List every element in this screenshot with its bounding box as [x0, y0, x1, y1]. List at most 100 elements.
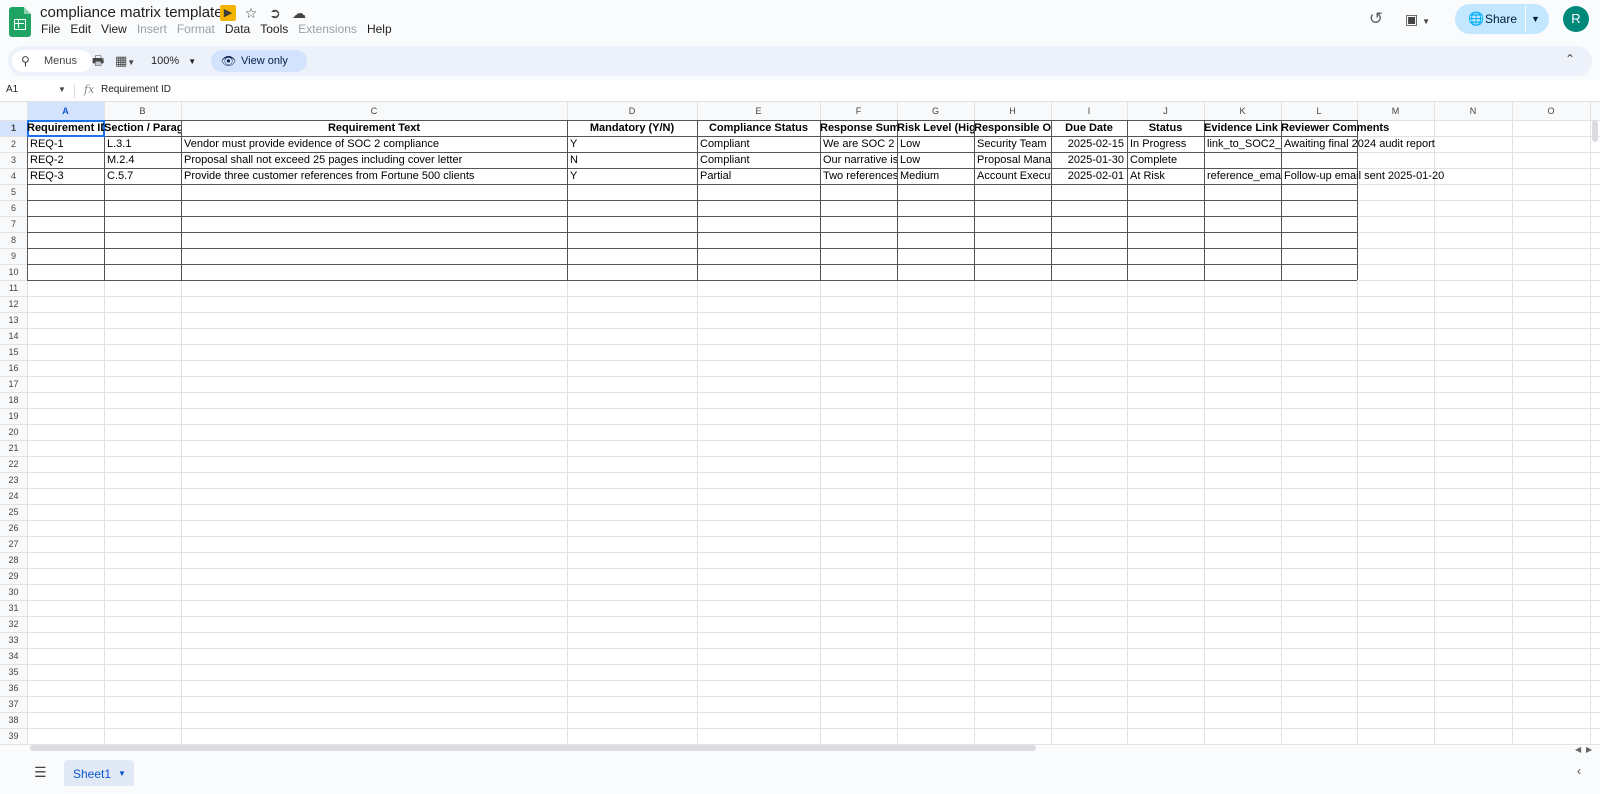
row-header[interactable]: 35 [0, 664, 27, 680]
column-header-m[interactable]: M [1357, 102, 1434, 120]
side-panel-toggle-icon[interactable]: ‹ [1577, 764, 1581, 778]
row-header[interactable]: 15 [0, 344, 27, 360]
header-cell[interactable]: Requirement Text [181, 120, 567, 136]
avatar[interactable]: R [1563, 6, 1589, 32]
column-header-a[interactable]: A [27, 102, 104, 120]
menu-edit[interactable]: Edit [70, 22, 91, 36]
column-header-o[interactable]: O [1512, 102, 1590, 120]
table-cell[interactable]: Awaiting final 2024 audit report [1281, 136, 1435, 152]
table-cell[interactable]: Low [897, 152, 974, 168]
row-header[interactable]: 12 [0, 296, 27, 312]
row-header[interactable]: 25 [0, 504, 27, 520]
menu-file[interactable]: File [41, 22, 60, 36]
table-cell[interactable]: link_to_SOC2_report [1204, 136, 1281, 152]
table-cell[interactable]: Proposal shall not exceed 25 pages inclu… [181, 152, 567, 168]
header-cell[interactable]: Due Date [1051, 120, 1127, 136]
table-cell[interactable] [1204, 152, 1281, 168]
row-header[interactable]: 8 [0, 232, 27, 248]
menus-search-button[interactable]: ⚲ Menus [12, 50, 92, 72]
slides-badge-icon[interactable]: ▶ [220, 5, 236, 21]
row-header[interactable]: 24 [0, 488, 27, 504]
column-header-l[interactable]: L [1281, 102, 1357, 120]
scroll-right-icon[interactable]: ▶ [1586, 745, 1592, 754]
row-header[interactable]: 5 [0, 184, 27, 200]
table-cell[interactable]: Complete [1127, 152, 1204, 168]
row-header[interactable]: 33 [0, 632, 27, 648]
column-header-d[interactable]: D [567, 102, 697, 120]
row-header[interactable]: 34 [0, 648, 27, 664]
table-cell[interactable]: Low [897, 136, 974, 152]
table-cell[interactable]: Compliant [697, 136, 820, 152]
header-cell[interactable]: Section / Paragraph [104, 120, 181, 136]
table-cell[interactable]: Follow-up email sent 2025-01-20 [1281, 168, 1444, 184]
table-cell[interactable] [1281, 152, 1357, 168]
header-cell[interactable]: Responsible Owner [974, 120, 1051, 136]
table-cell[interactable]: Y [567, 168, 697, 184]
table-cell[interactable]: Medium [897, 168, 974, 184]
table-cell[interactable]: In Progress [1127, 136, 1204, 152]
table-cell[interactable]: REQ-1 [27, 136, 104, 152]
header-cell[interactable]: Status [1127, 120, 1204, 136]
tab-sheet1[interactable]: Sheet1 ▼ [64, 760, 134, 786]
table-cell[interactable]: M.2.4 [104, 152, 181, 168]
zoom-select[interactable]: 100% ▼ [151, 52, 196, 71]
header-cell[interactable]: Compliance Status [697, 120, 820, 136]
table-cell[interactable]: Provide three customer references from F… [181, 168, 567, 184]
scroll-left-icon[interactable]: ◀ [1575, 745, 1581, 754]
column-header-n[interactable]: N [1434, 102, 1512, 120]
column-header-h[interactable]: H [974, 102, 1051, 120]
row-header[interactable]: 36 [0, 680, 27, 696]
table-cell[interactable]: Partial [697, 168, 820, 184]
table-cell[interactable]: C.5.7 [104, 168, 181, 184]
column-header-k[interactable]: K [1204, 102, 1281, 120]
view-only-button[interactable]: 👁 View only [211, 50, 307, 72]
header-cell[interactable]: Mandatory (Y/N) [567, 120, 697, 136]
table-cell[interactable]: L.3.1 [104, 136, 181, 152]
row-header[interactable]: 10 [0, 264, 27, 280]
meet-button[interactable]: ▣ ▼ [1405, 9, 1439, 29]
share-dropdown-icon[interactable]: ▼ [1531, 4, 1540, 34]
all-sheets-icon[interactable]: ☰ [34, 764, 47, 781]
row-header[interactable]: 31 [0, 600, 27, 616]
cloud-status-icon[interactable]: ☁ [291, 5, 307, 21]
header-cell[interactable]: Evidence Link / Attachment [1204, 120, 1281, 136]
row-header[interactable]: 14 [0, 328, 27, 344]
row-header[interactable]: 26 [0, 520, 27, 536]
spreadsheet-grid[interactable]: A B C D E F G H I J K L M N O 1 2 3 4 5 6 7 8 9 10 11 12 13 14 15 16 17… [0, 102, 1600, 746]
column-header-b[interactable]: B [104, 102, 181, 120]
name-box[interactable]: A1 [6, 84, 18, 95]
row-header[interactable]: 19 [0, 408, 27, 424]
table-cell[interactable]: reference_emails [1204, 168, 1281, 184]
table-cell[interactable]: Account Executive [974, 168, 1051, 184]
header-cell[interactable]: Reviewer Comments [1281, 120, 1389, 136]
menu-help[interactable]: Help [367, 22, 392, 36]
row-header[interactable]: 32 [0, 616, 27, 632]
row-header[interactable]: 18 [0, 392, 27, 408]
header-cell[interactable]: Risk Level (High/Medium/Low) [897, 120, 974, 136]
table-cell[interactable]: Vendor must provide evidence of SOC 2 co… [181, 136, 567, 152]
horizontal-scrollbar[interactable] [30, 745, 1036, 751]
formula-input[interactable]: Requirement ID [101, 84, 171, 95]
row-header[interactable]: 13 [0, 312, 27, 328]
row-header[interactable]: 4 [0, 168, 27, 184]
sheets-logo-icon[interactable] [9, 7, 31, 37]
print-icon[interactable]: 🖶 [92, 52, 104, 70]
row-header[interactable]: 27 [0, 536, 27, 552]
row-header[interactable]: 30 [0, 584, 27, 600]
table-cell[interactable]: N [567, 152, 697, 168]
menu-tools[interactable]: Tools [260, 22, 288, 36]
row-header[interactable]: 37 [0, 696, 27, 712]
move-icon[interactable]: ➲ [267, 5, 283, 21]
table-cell[interactable]: 2025-02-15 [1051, 136, 1127, 152]
row-header[interactable]: 3 [0, 152, 27, 168]
chevron-down-icon[interactable]: ▼ [58, 85, 66, 94]
chevron-down-icon[interactable]: ▼ [118, 760, 126, 788]
share-button[interactable]: 🌐 Share ▼ [1455, 4, 1549, 34]
row-header[interactable]: 2 [0, 136, 27, 152]
column-header-j[interactable]: J [1127, 102, 1204, 120]
row-header[interactable]: 29 [0, 568, 27, 584]
row-header[interactable]: 22 [0, 456, 27, 472]
row-header[interactable]: 28 [0, 552, 27, 568]
row-header[interactable]: 20 [0, 424, 27, 440]
column-header-g[interactable]: G [897, 102, 974, 120]
